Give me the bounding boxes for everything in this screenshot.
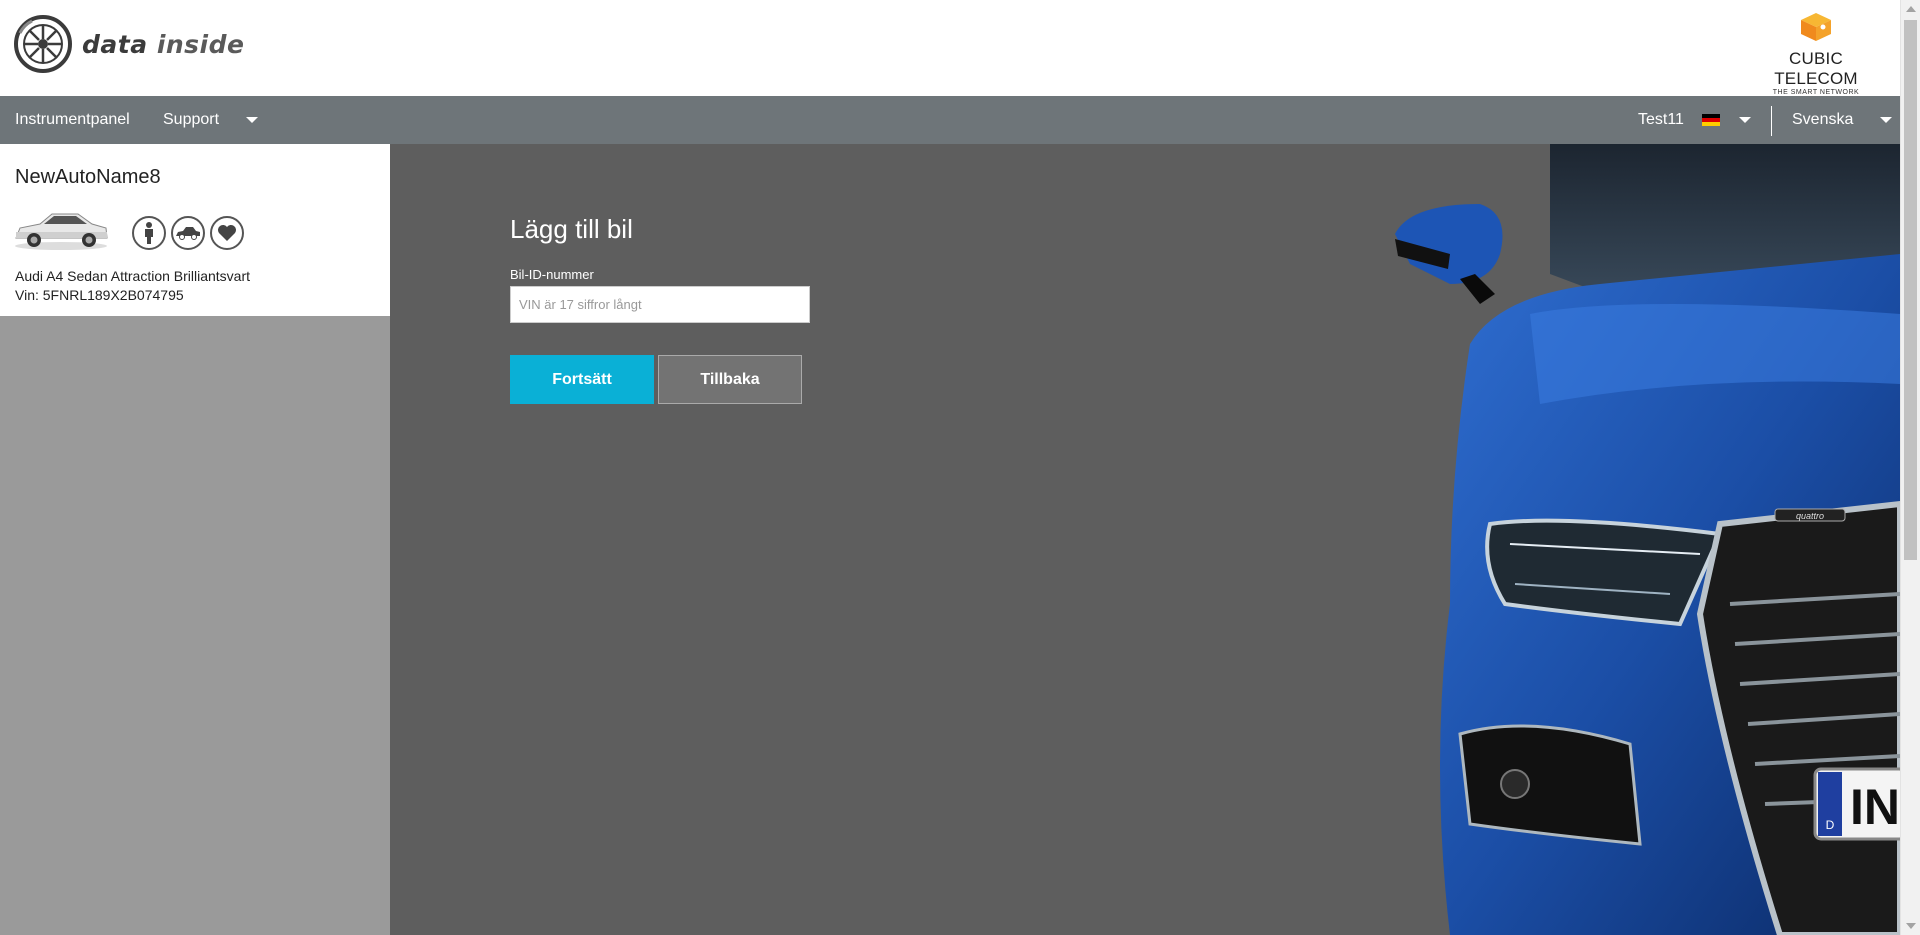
vehicle-name: NewAutoName8: [15, 166, 161, 188]
logo-text-inside: inside: [156, 29, 245, 59]
vehicle-model: Audi A4 Sedan Attraction Brilliantsvart: [15, 268, 251, 284]
logo-text: data inside: [82, 30, 244, 59]
nav-dashboard[interactable]: Instrumentpanel: [15, 96, 130, 144]
header: data inside CUBIC TELECOM THE SMART NETW…: [0, 0, 1900, 96]
nav-support-label: Support: [163, 111, 220, 128]
nav-user-label: Test11: [1638, 111, 1684, 128]
person-icon[interactable]: [132, 216, 166, 250]
partner-tagline: THE SMART NETWORK: [1772, 89, 1860, 96]
nav-user-menu[interactable]: Test11: [1638, 96, 1751, 144]
chevron-down-icon: [245, 116, 258, 123]
car-icon[interactable]: [171, 216, 205, 250]
scroll-down-icon[interactable]: [1906, 923, 1916, 929]
german-flag-icon: [1702, 113, 1721, 126]
data-inside-logo[interactable]: data inside: [14, 15, 244, 73]
vin-input[interactable]: [510, 286, 810, 323]
chevron-down-icon: [1738, 116, 1751, 123]
form-buttons: Fortsätt Tillbaka: [510, 355, 810, 404]
continue-button[interactable]: Fortsätt: [510, 355, 654, 404]
logo-text-data: data: [82, 29, 148, 59]
page-title: Lägg till bil: [510, 214, 633, 244]
vehicle-action-icons: [132, 216, 249, 250]
vehicle-card[interactable]: NewAutoName8 Audi A4 Sedan Attraction Br…: [0, 144, 390, 316]
main-content: Lägg till bil Bil-ID-nummer Fortsätt Til…: [390, 144, 1900, 935]
sidebar: NewAutoName8 Audi A4 Sedan Attraction Br…: [0, 144, 390, 935]
plate-country: D: [1826, 818, 1835, 832]
back-button[interactable]: Tillbaka: [658, 355, 802, 404]
wheel-logo-icon: [14, 15, 72, 73]
heart-icon[interactable]: [210, 216, 244, 250]
vehicle-vin: Vin: 5FNRL189X2B074795: [15, 287, 184, 303]
scroll-thumb[interactable]: [1904, 20, 1917, 560]
chevron-down-icon: [1879, 116, 1892, 123]
quattro-badge: quattro: [1796, 511, 1824, 521]
page-scrollbar[interactable]: [1900, 0, 1920, 935]
plate-text: IN: [1850, 779, 1900, 835]
hero-car-image: quattro D IN: [1395, 144, 1900, 935]
nav-language-menu[interactable]: Svenska: [1792, 96, 1892, 144]
nav-language-label: Svenska: [1792, 111, 1854, 128]
vehicle-details: Audi A4 Sedan Attraction Brilliantsvart …: [15, 267, 250, 305]
car-thumbnail-icon: [15, 213, 108, 250]
top-nav: Instrumentpanel Support Test11 Svenska: [0, 96, 1900, 144]
scroll-up-icon[interactable]: [1906, 6, 1916, 12]
partner-name: CUBIC TELECOM: [1774, 49, 1858, 88]
cubic-telecom-logo: CUBIC TELECOM THE SMART NETWORK: [1750, 12, 1882, 96]
vin-label: Bil-ID-nummer: [510, 267, 594, 282]
cube-logo-icon: [1801, 13, 1831, 41]
nav-support[interactable]: Support: [163, 96, 258, 144]
add-car-form: Lägg till bil Bil-ID-nummer Fortsätt Til…: [510, 214, 810, 404]
nav-divider: [1771, 106, 1772, 136]
